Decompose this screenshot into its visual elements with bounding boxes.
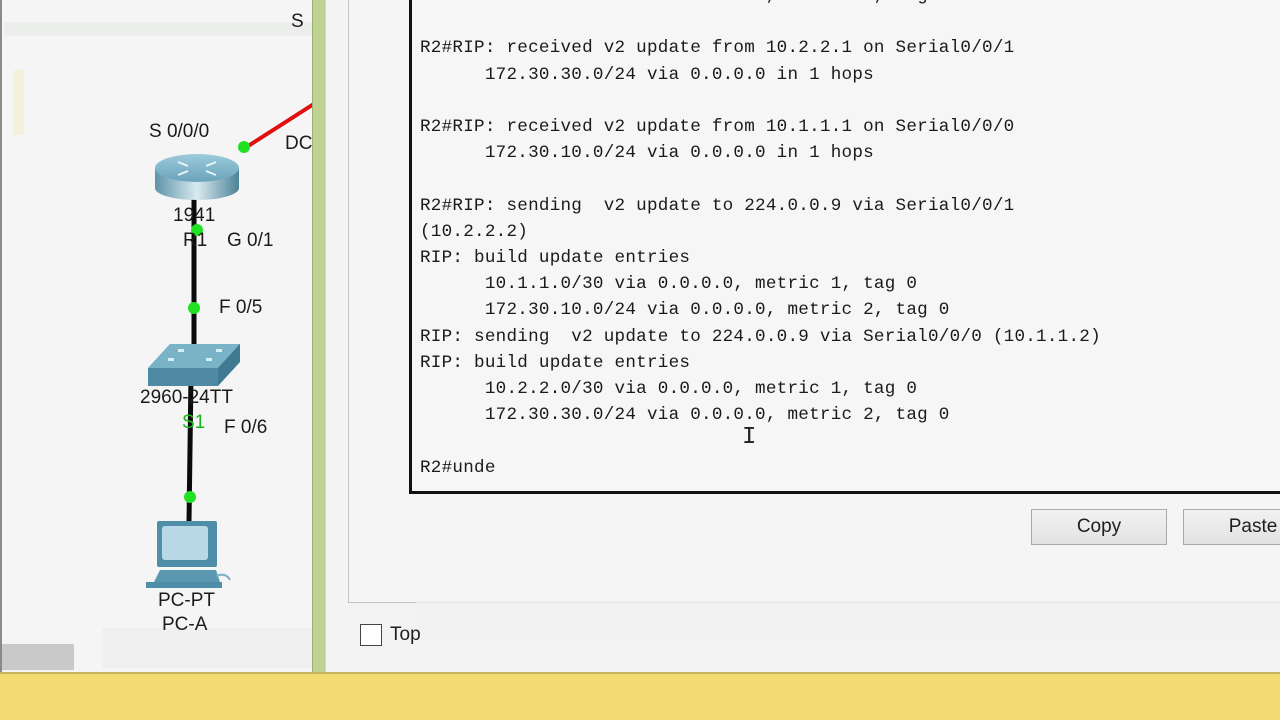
top-checkbox-label: Top: [390, 624, 421, 645]
background-ghost: [416, 601, 1280, 641]
paste-button[interactable]: Paste: [1183, 509, 1280, 545]
pc-model-label[interactable]: PC-PT: [158, 590, 215, 612]
port-status-dot: [238, 141, 250, 153]
router-icon: [155, 154, 239, 200]
router-name-label[interactable]: R1: [183, 230, 207, 252]
switch-model-label[interactable]: 2960-24TT: [140, 387, 233, 409]
switch-up-port-label: F 0/5: [219, 297, 263, 318]
port-status-dot: [184, 491, 196, 503]
terminal-text[interactable]: 172.30.30.0/24 via 0.0.0.0, metric 2, ta…: [420, 0, 1101, 481]
cli-window-body: 172.30.30.0/24 via 0.0.0.0, metric 2, ta…: [325, 0, 1280, 677]
top-checkbox[interactable]: [360, 624, 382, 646]
pc-name-label[interactable]: PC-A: [162, 614, 207, 636]
router-serial-port-label: S 0/0/0: [149, 121, 210, 142]
port-status-dot: [188, 302, 200, 314]
router-gig-port-label: G 0/1: [227, 230, 274, 251]
switch-name-label[interactable]: S1: [182, 412, 205, 434]
copy-button[interactable]: Copy: [1031, 509, 1167, 545]
switch-icon: [148, 344, 240, 386]
topology-canvas: [146, 98, 322, 588]
switch-down-port-label: F 0/6: [224, 417, 268, 438]
router-cli-window: 172.30.30.0/24 via 0.0.0.0, metric 2, ta…: [312, 0, 1280, 690]
port-label-partial: S: [291, 11, 304, 32]
cli-panel: 172.30.30.0/24 via 0.0.0.0, metric 2, ta…: [348, 0, 1280, 603]
taskbar: [0, 672, 1280, 720]
pc-icon: [146, 521, 231, 588]
text-cursor-icon: I: [742, 424, 757, 451]
terminal-output[interactable]: 172.30.30.0/24 via 0.0.0.0, metric 2, ta…: [409, 0, 1280, 494]
logical-workspace[interactable]: S S 0/0/0 DCE 1941 R1 G 0/1 F 0/5 2960-2…: [0, 0, 325, 672]
router-model-label[interactable]: 1941: [173, 205, 215, 227]
top-checkbox-row[interactable]: Top: [360, 624, 421, 646]
